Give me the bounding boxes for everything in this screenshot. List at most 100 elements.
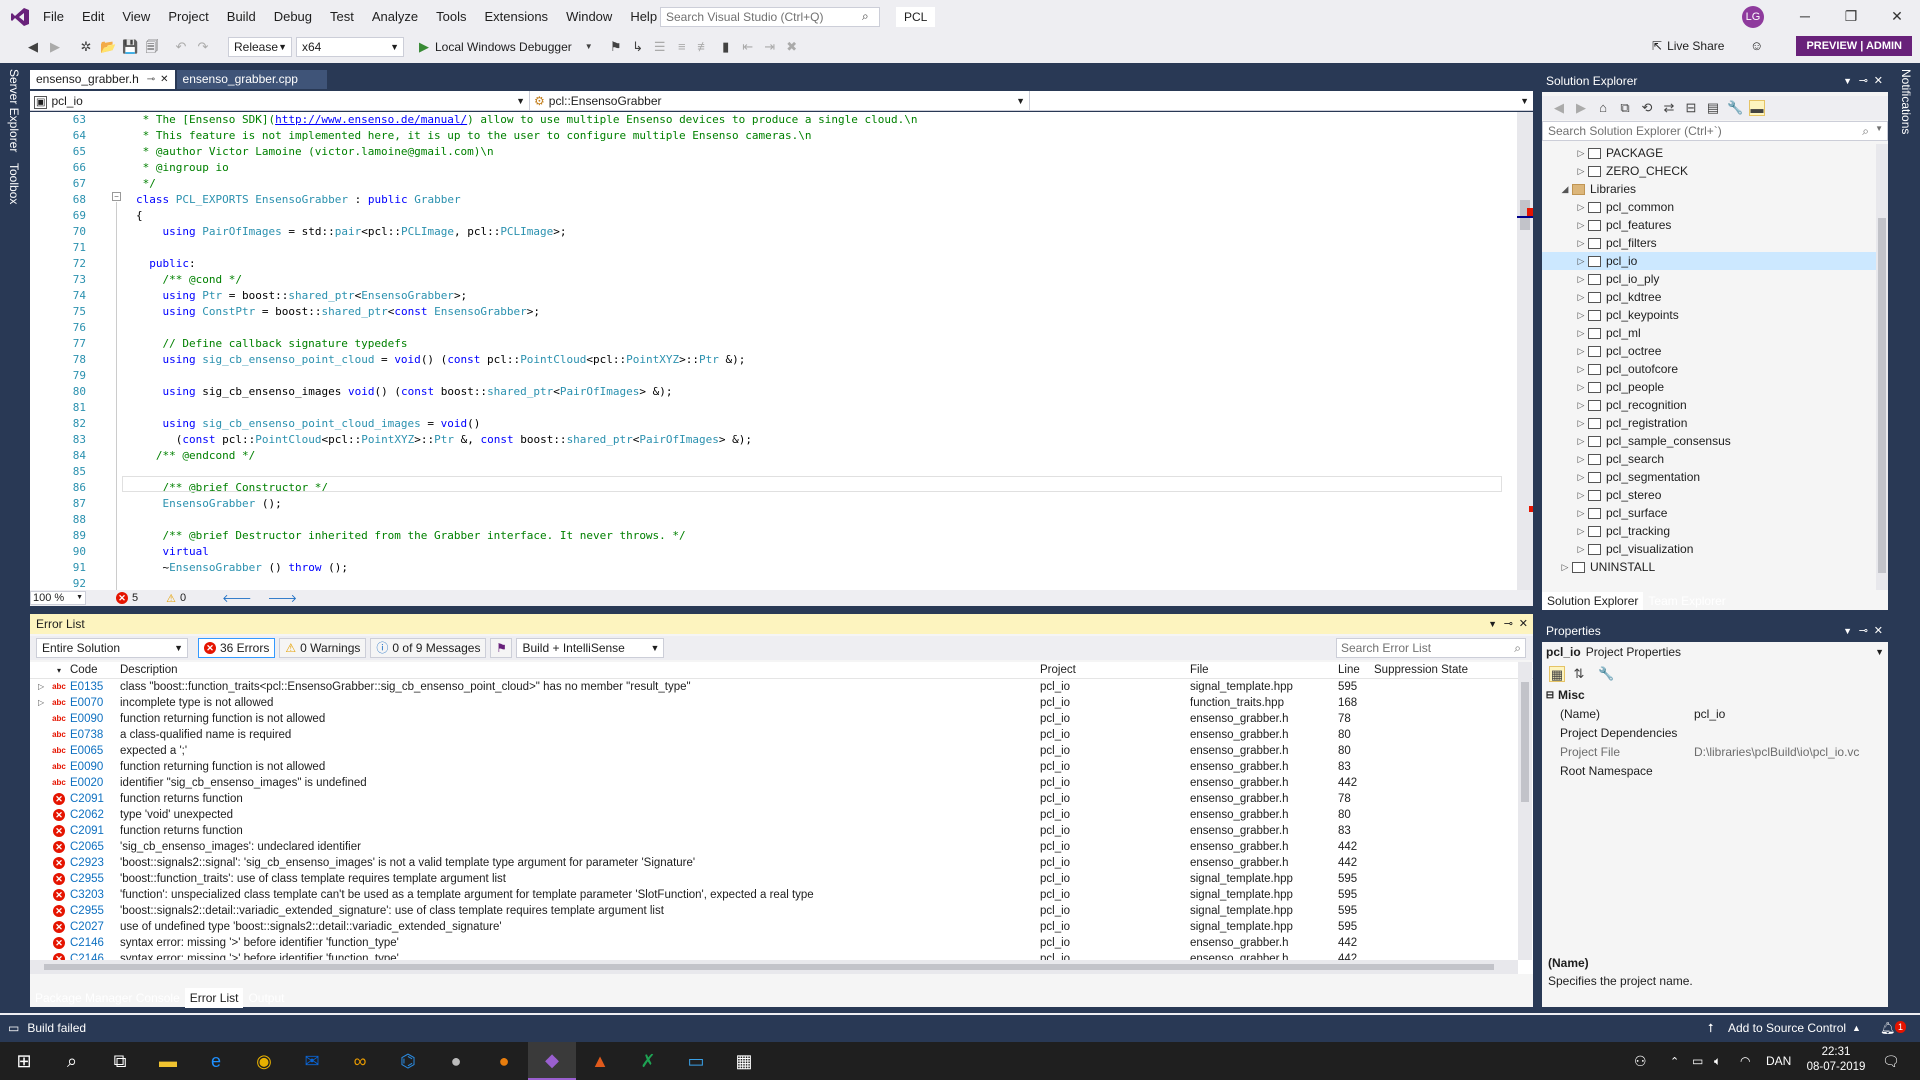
open-folder-icon[interactable]: 📂 [100, 39, 116, 55]
outlook-icon[interactable]: ✉ [288, 1042, 336, 1080]
expand-icon[interactable]: ▷ [1574, 540, 1588, 558]
code-line[interactable]: (const pcl::PointCloud<pcl::PointXYZ>::P… [136, 432, 1526, 448]
warning-count[interactable]: 0 [180, 592, 186, 604]
properties-icon[interactable]: 🔧 [1727, 100, 1743, 116]
menu-extensions[interactable]: Extensions [475, 0, 557, 33]
code-line[interactable]: /** @endcond */ [136, 448, 1526, 464]
table-row[interactable]: ✕ C2955'boost::function_traits': use of c… [30, 871, 1533, 887]
table-row[interactable]: abc E0090 function returning function is n… [30, 711, 1533, 727]
tab-ensenso-grabber-cpp[interactable]: ensenso_grabber.cpp [176, 70, 327, 89]
show-all-files-icon[interactable]: ▤ [1705, 100, 1721, 116]
error-search-input[interactable]: Search Error List ⌕ [1336, 638, 1526, 658]
search-input[interactable]: Search Visual Studio (Ctrl+Q) [660, 7, 880, 27]
pin-icon[interactable]: ⊸ [1859, 620, 1868, 642]
error-code[interactable]: C2062 [70, 807, 120, 823]
error-code[interactable]: C2091 [70, 791, 120, 807]
uncomment-icon[interactable]: ≢ [696, 39, 712, 55]
nav-forward-icon[interactable]: 🡒 [268, 591, 298, 605]
category-misc[interactable]: ⊟ Misc [1542, 686, 1888, 705]
code-text[interactable]: * The [Ensenso SDK](http://www.ensenso.d… [136, 112, 1526, 590]
tab-solution-explorer[interactable]: Solution Explorer [1542, 592, 1644, 610]
task-view-icon[interactable]: ⧉ [96, 1042, 144, 1080]
live-share-button[interactable]: ⇱ Live Share [1652, 36, 1724, 56]
tab-ensenso-grabber-h[interactable]: ensenso_grabber.h ⊸ ✕ [30, 70, 175, 89]
expand-icon[interactable]: ▷ [1574, 270, 1588, 288]
expand-icon[interactable] [30, 871, 48, 887]
gimp-icon[interactable]: ● [432, 1042, 480, 1080]
header-suppression[interactable]: Suppression State [1374, 662, 1504, 678]
zoom-dropdown[interactable]: 100 % ▼ [30, 591, 86, 605]
tree-item-pcl-ml[interactable]: ▷ pcl_ml [1542, 324, 1878, 342]
table-row[interactable]: abc E0065 expected a ';' pcl_io ensenso_grab… [30, 743, 1533, 759]
source-control-button[interactable]: Add to Source Control [1728, 1015, 1846, 1042]
tree-item-pcl-features[interactable]: ▷ pcl_features [1542, 216, 1878, 234]
platform-dropdown[interactable]: x64 ▼ [296, 37, 404, 57]
tree-item-pcl-kdtree[interactable]: ▷ pcl_kdtree [1542, 288, 1878, 306]
remote-desktop-icon[interactable]: ▭ [672, 1042, 720, 1080]
feedback-icon[interactable]: ☺ [1750, 38, 1763, 53]
pin-icon[interactable]: ⊸ [1859, 70, 1868, 92]
close-icon[interactable]: ✕ [1874, 620, 1883, 642]
bookmark-next-icon[interactable]: ⇥ [762, 39, 778, 55]
tree-item-libraries[interactable]: ◢ Libraries [1542, 180, 1878, 198]
forward-icon[interactable]: ▶ [47, 39, 63, 55]
table-row[interactable]: ▷ abc E0070 incomplete type is not allowed p… [30, 695, 1533, 711]
home-icon[interactable]: ⌂ [1595, 100, 1611, 116]
build-filter-dropdown[interactable]: Build + IntelliSense ▼ [516, 638, 665, 658]
expand-icon[interactable] [30, 919, 48, 935]
tree-item-pcl-search[interactable]: ▷ pcl_search [1542, 450, 1878, 468]
property-row[interactable]: Project Dependencies [1542, 724, 1888, 743]
code-line[interactable]: using sig_cb_ensenso_point_cloud_images … [136, 416, 1526, 432]
messages-filter-button[interactable]: ⓘ 0 of 9 Messages [370, 638, 487, 658]
alphabetical-icon[interactable]: ⇅ [1571, 666, 1587, 682]
calculator-icon[interactable]: ▦ [720, 1042, 768, 1080]
error-code[interactable]: C2027 [70, 919, 120, 935]
battery-icon[interactable]: ▭ [1692, 1054, 1703, 1068]
expand-icon[interactable]: ▷ [1574, 216, 1588, 234]
save-icon[interactable]: 💾 [122, 39, 138, 55]
error-code[interactable]: C2923 [70, 855, 120, 871]
people-icon[interactable]: ⚇ [1634, 1053, 1647, 1070]
tab-team-explorer[interactable]: Team Explorer [1643, 592, 1730, 610]
chevron-down-icon[interactable]: ▼ [1843, 70, 1852, 92]
toolbox-tab[interactable]: Toolbox [7, 163, 21, 204]
save-all-icon[interactable]: 🗐 [144, 39, 160, 55]
expand-icon[interactable]: ▷ [1574, 468, 1588, 486]
expand-icon[interactable]: ▷ [1574, 198, 1588, 216]
table-row[interactable]: abc E0738 a class-qualified name is requir… [30, 727, 1533, 743]
expand-icon[interactable]: ▷ [1574, 288, 1588, 306]
member-nav-dropdown[interactable]: ▼ [1030, 91, 1533, 111]
tree-item-pcl-io[interactable]: ▷ pcl_io [1542, 252, 1878, 270]
expand-icon[interactable]: ▷ [1574, 360, 1588, 378]
code-line[interactable]: EnsensoGrabber (); [136, 496, 1526, 512]
tree-item-pcl-surface[interactable]: ▷ pcl_surface [1542, 504, 1878, 522]
expand-icon[interactable]: ▷ [30, 679, 48, 695]
header-description[interactable]: Description [120, 662, 1040, 678]
menu-window[interactable]: Window [557, 0, 621, 33]
expand-icon[interactable]: ▷ [1574, 414, 1588, 432]
code-line[interactable]: using PairOfImages = std::pair<pcl::PCLI… [136, 224, 1526, 240]
collapse-toggle[interactable]: − [112, 192, 121, 201]
step-icon[interactable]: ↳ [630, 39, 646, 55]
expand-icon[interactable]: ▷ [1574, 378, 1588, 396]
blender-icon[interactable]: ● [480, 1042, 528, 1080]
menu-file[interactable]: File [34, 0, 73, 33]
edge-icon[interactable]: e [192, 1042, 240, 1080]
menu-view[interactable]: View [113, 0, 159, 33]
expand-icon[interactable] [30, 791, 48, 807]
notifications-tab[interactable]: Notifications [1899, 69, 1913, 134]
volume-icon[interactable]: 🔈︎ [1714, 1054, 1721, 1069]
code-line[interactable]: // Define callback signature typedefs [136, 336, 1526, 352]
scroll-thumb[interactable] [1878, 218, 1886, 573]
property-row[interactable]: (Name) pcl_io [1542, 705, 1888, 724]
close-icon[interactable]: ✕ [1519, 614, 1528, 634]
expand-icon[interactable]: ▷ [1574, 234, 1588, 252]
minimize-icon[interactable]: ─ [1782, 0, 1828, 33]
expand-icon[interactable]: ▷ [1558, 558, 1572, 576]
error-code[interactable]: C2146 [70, 935, 120, 951]
excel-icon[interactable]: ✗ [624, 1042, 672, 1080]
expand-icon[interactable]: ▷ [1574, 342, 1588, 360]
app-infinity-icon[interactable]: ∞ [336, 1042, 384, 1080]
expand-icon[interactable] [30, 935, 48, 951]
tree-item-pcl-common[interactable]: ▷ pcl_common [1542, 198, 1878, 216]
